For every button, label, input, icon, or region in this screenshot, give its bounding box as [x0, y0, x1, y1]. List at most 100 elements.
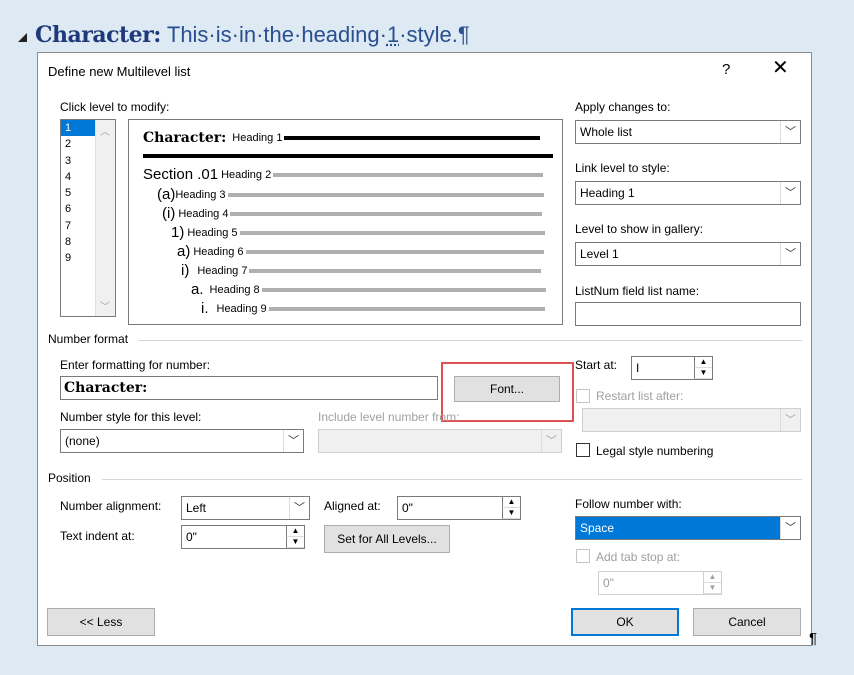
- level-list-scrollbar[interactable]: ︿ ﹀: [95, 120, 115, 316]
- scroll-down-icon[interactable]: ﹀: [100, 298, 110, 313]
- preview-number: Character:: [143, 130, 227, 146]
- add-tab-stop-input[interactable]: 0" ▲ ▼: [598, 571, 722, 595]
- heading-body-text: This·is·in·the·heading·1·style.¶: [167, 22, 470, 48]
- aligned-at-spinner[interactable]: ▲ ▼: [502, 497, 520, 519]
- number-format-input[interactable]: Character:: [60, 376, 438, 400]
- preview-row-7: i) Heading 7: [181, 262, 542, 279]
- spin-up-icon[interactable]: ▲: [694, 357, 712, 368]
- preview-heading: Heading 6: [193, 245, 244, 258]
- level-item[interactable]: 2: [61, 136, 95, 152]
- chevron-down-icon[interactable]: ﹀: [780, 182, 800, 204]
- aligned-at-input[interactable]: 0" ▲ ▼: [397, 496, 521, 520]
- ok-button[interactable]: OK: [571, 608, 679, 636]
- level-item[interactable]: 6: [61, 201, 95, 217]
- start-at-value: I: [636, 361, 640, 375]
- preview-line: [268, 306, 545, 311]
- legal-style-checkbox[interactable]: [576, 443, 590, 457]
- restart-list-checkbox[interactable]: [576, 389, 590, 403]
- level-item[interactable]: 7: [61, 218, 95, 234]
- preview-line: [227, 192, 544, 197]
- preview-line: [273, 172, 544, 177]
- heading-body-number: 1: [386, 22, 400, 47]
- heading-number-text: Character:: [35, 22, 161, 48]
- preview-line: [230, 211, 543, 216]
- preview-number: a): [177, 243, 191, 260]
- scroll-up-icon[interactable]: ︿: [100, 123, 110, 138]
- add-tab-stop-label: Add tab stop at:: [596, 550, 681, 564]
- spin-down-icon[interactable]: ▼: [502, 508, 520, 519]
- heading-body-part-a: This·is·in·the·heading·: [166, 22, 387, 47]
- spin-down-icon[interactable]: ▼: [286, 537, 304, 548]
- level-item[interactable]: 8: [61, 234, 95, 250]
- less-button[interactable]: << Less: [47, 608, 155, 636]
- preview-heading: Heading 1: [232, 132, 283, 144]
- number-style-label: Number style for this level:: [60, 410, 202, 424]
- include-level-dropdown[interactable]: ﹀: [318, 429, 562, 453]
- apply-changes-label: Apply changes to:: [575, 100, 671, 114]
- level-item[interactable]: 9: [61, 250, 95, 266]
- preview-number: a.: [191, 281, 204, 298]
- spin-up-icon[interactable]: ▲: [703, 572, 721, 583]
- preview-line: [284, 136, 541, 140]
- gallery-level-dropdown[interactable]: Level 1 ﹀: [575, 242, 801, 266]
- add-tab-stop-spinner[interactable]: ▲ ▼: [703, 572, 721, 594]
- number-alignment-dropdown[interactable]: Left ﹀: [181, 496, 310, 520]
- preview-number: i): [181, 262, 190, 279]
- define-multilevel-list-dialog: Define new Multilevel list ? ✕ Click lev…: [37, 52, 812, 646]
- number-format-separator: [138, 340, 802, 341]
- level-item[interactable]: 5: [61, 185, 95, 201]
- preview-row-8: a. Heading 8: [191, 281, 546, 298]
- preview-row-1: Character: Heading 1: [143, 130, 541, 146]
- list-preview: Character: Heading 1 Section .01 Heading…: [128, 119, 563, 325]
- chevron-down-icon[interactable]: ﹀: [289, 497, 309, 519]
- preview-row-3: (a) Heading 3: [157, 186, 544, 203]
- link-level-label: Link level to style:: [575, 161, 670, 175]
- chevron-down-icon[interactable]: ﹀: [780, 243, 800, 265]
- chevron-down-icon[interactable]: ﹀: [541, 430, 561, 452]
- close-icon[interactable]: ✕: [772, 57, 789, 79]
- level-item[interactable]: 1: [61, 120, 95, 137]
- listnum-label: ListNum field list name:: [575, 284, 700, 298]
- aligned-at-value: 0": [402, 501, 413, 515]
- link-level-dropdown[interactable]: Heading 1 ﹀: [575, 181, 801, 205]
- start-at-input[interactable]: I ▲ ▼: [631, 356, 713, 380]
- preview-number: i.: [201, 300, 209, 317]
- spin-up-icon[interactable]: ▲: [502, 497, 520, 508]
- click-level-label: Click level to modify:: [60, 100, 170, 114]
- level-item[interactable]: 4: [61, 169, 95, 185]
- number-alignment-value: Left: [186, 501, 207, 515]
- chevron-down-icon[interactable]: ﹀: [780, 517, 800, 539]
- spin-up-icon[interactable]: ▲: [286, 526, 304, 537]
- preview-row-4: (i) Heading 4: [162, 205, 543, 222]
- text-indent-value: 0": [186, 530, 197, 544]
- chevron-down-icon[interactable]: ﹀: [780, 409, 800, 431]
- start-at-spinner[interactable]: ▲ ▼: [694, 357, 712, 379]
- cancel-button[interactable]: Cancel: [693, 608, 801, 636]
- level-item[interactable]: 3: [61, 153, 95, 169]
- level-listbox[interactable]: 1 2 3 4 5 6 7 8 9 ︿ ﹀: [60, 119, 116, 317]
- add-tab-stop-checkbox[interactable]: [576, 549, 590, 563]
- paragraph-mark: ¶: [809, 630, 818, 647]
- follow-number-dropdown[interactable]: Space ﹀: [575, 516, 801, 540]
- spin-down-icon[interactable]: ▼: [694, 368, 712, 379]
- preview-number: 1): [171, 224, 185, 241]
- text-indent-label: Text indent at:: [60, 529, 135, 543]
- apply-changes-dropdown[interactable]: Whole list ﹀: [575, 120, 801, 144]
- text-indent-spinner[interactable]: ▲ ▼: [286, 526, 304, 548]
- restart-list-label: Restart list after:: [596, 389, 684, 403]
- preview-row-6: a) Heading 6: [177, 243, 544, 260]
- number-style-value: (none): [65, 434, 100, 448]
- text-indent-input[interactable]: 0" ▲ ▼: [181, 525, 305, 549]
- chevron-down-icon[interactable]: ﹀: [780, 121, 800, 143]
- preview-line: [245, 249, 544, 254]
- preview-number: (a): [157, 186, 176, 203]
- preview-heading: Heading 8: [209, 283, 260, 296]
- set-for-all-levels-button[interactable]: Set for All Levels...: [324, 525, 450, 553]
- preview-line: [261, 287, 546, 292]
- listnum-input[interactable]: [575, 302, 801, 326]
- number-style-dropdown[interactable]: (none) ﹀: [60, 429, 304, 453]
- spin-down-icon[interactable]: ▼: [703, 583, 721, 594]
- help-button[interactable]: ?: [722, 61, 730, 78]
- chevron-down-icon[interactable]: ﹀: [283, 430, 303, 452]
- restart-list-dropdown[interactable]: ﹀: [582, 408, 801, 432]
